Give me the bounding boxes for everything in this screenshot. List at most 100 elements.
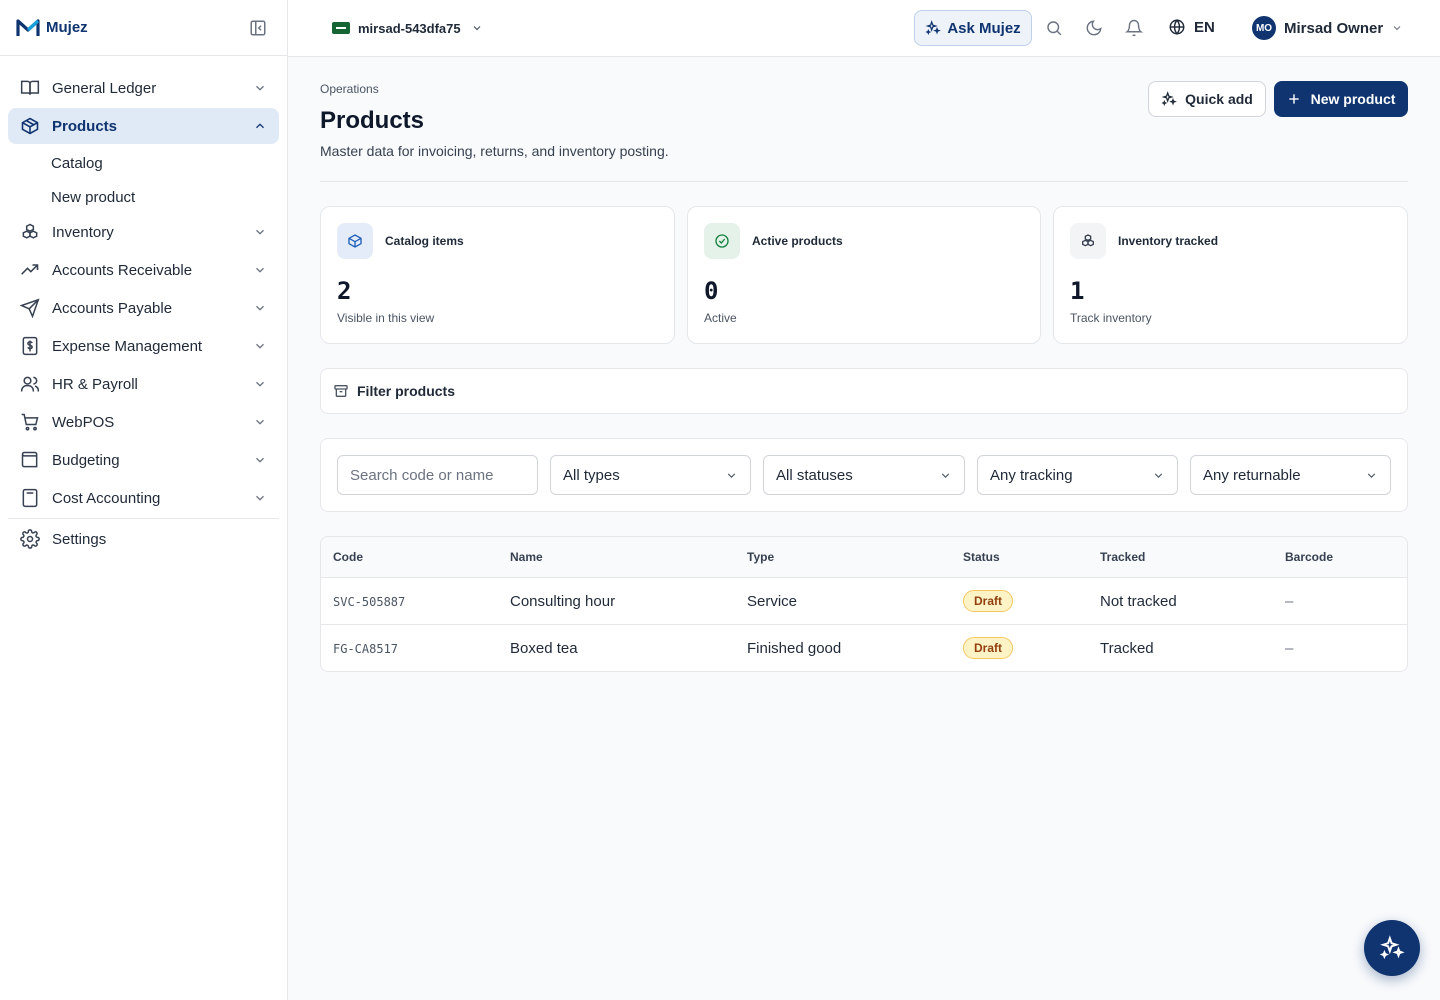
sidebar-item-accounts-payable[interactable]: Accounts Payable <box>8 290 279 326</box>
chevron-down-icon <box>256 267 264 273</box>
gear-icon <box>20 529 40 549</box>
stat-card-inventory-tracked: Inventory tracked 1 Track inventory <box>1053 206 1408 344</box>
page-subtitle: Master data for invoicing, returns, and … <box>320 143 669 159</box>
table-row[interactable]: SVC-505887 Consulting hour Service Draft… <box>321 578 1407 625</box>
ask-mujez-label: Ask Mujez <box>947 19 1021 37</box>
ask-mujez-button[interactable]: Ask Mujez <box>914 10 1032 46</box>
column-header-barcode[interactable]: Barcode <box>1285 550 1333 564</box>
chevron-up-icon <box>256 123 264 129</box>
main-content: Operations Products Master data for invo… <box>288 57 1440 1000</box>
globe-icon <box>1169 19 1185 35</box>
stat-hint: Active <box>704 311 737 325</box>
users-icon <box>20 376 40 392</box>
sidebar-item-settings[interactable]: Settings <box>8 521 279 557</box>
language-switcher[interactable]: EN <box>1168 18 1215 36</box>
filter-products-toggle[interactable]: Filter products <box>320 368 1408 414</box>
returnable-select[interactable]: Any returnable <box>1190 455 1391 495</box>
chevron-down-icon <box>941 473 950 478</box>
sidebar-item-accounts-receivable[interactable]: Accounts Receivable <box>8 252 279 288</box>
page-title: Products <box>320 107 425 134</box>
search-icon[interactable] <box>1045 19 1063 37</box>
chevron-down-icon <box>1154 473 1163 478</box>
sidebar-subitem-new-product[interactable]: New product <box>8 180 279 214</box>
sidebar-subitem-catalog[interactable]: Catalog <box>8 146 279 180</box>
box-icon <box>348 234 362 248</box>
bell-icon[interactable] <box>1125 19 1143 37</box>
send-icon <box>20 298 40 318</box>
new-product-button[interactable]: New product <box>1274 81 1408 117</box>
sidebar-item-budgeting[interactable]: Budgeting <box>8 442 279 478</box>
sidebar-nav: General Ledger Products Catalog New prod… <box>0 56 287 557</box>
stat-hint: Visible in this view <box>337 311 435 325</box>
sidebar-item-inventory[interactable]: Inventory <box>8 214 279 250</box>
ai-assistant-fab[interactable] <box>1364 920 1420 976</box>
column-header-code[interactable]: Code <box>333 550 363 564</box>
column-header-status[interactable]: Status <box>963 550 1000 564</box>
chevron-down-icon <box>1367 473 1376 478</box>
column-header-type[interactable]: Type <box>747 550 774 564</box>
chevron-down-icon <box>256 381 264 387</box>
sidebar-item-cost-accounting[interactable]: Cost Accounting <box>8 480 279 516</box>
breadcrumb: Operations <box>320 82 379 96</box>
chevron-down-icon <box>473 26 481 31</box>
moon-icon[interactable] <box>1085 19 1103 37</box>
cell-barcode: – <box>1285 640 1294 657</box>
chevron-down-icon <box>256 343 264 349</box>
column-header-tracked[interactable]: Tracked <box>1100 550 1145 564</box>
search-input[interactable]: Search code or name <box>337 455 538 495</box>
sparkles-icon <box>1379 935 1405 960</box>
column-header-name[interactable]: Name <box>510 550 543 564</box>
box-icon <box>21 117 39 135</box>
sparkles-icon <box>925 20 942 35</box>
mujez-logo-icon <box>16 18 40 36</box>
brand: Mujez <box>0 0 287 56</box>
brand-name: Mujez <box>46 19 88 36</box>
cell-tracked: Not tracked <box>1100 593 1177 610</box>
stat-card-active-products: Active products 0 Active <box>687 206 1041 344</box>
status-badge: Draft <box>963 637 1014 659</box>
sidebar-collapse-icon[interactable] <box>249 19 267 37</box>
sidebar-item-label: Products <box>52 117 118 135</box>
cell-name: Consulting hour <box>510 593 616 610</box>
plus-icon <box>1288 94 1299 104</box>
language-label: EN <box>1194 18 1215 36</box>
sidebar-item-label: Accounts Receivable <box>52 261 193 279</box>
user-name: Mirsad Owner <box>1284 19 1384 37</box>
flag-icon <box>332 22 350 34</box>
sidebar-item-expense-management[interactable]: Expense Management <box>8 328 279 364</box>
cell-barcode: – <box>1285 593 1294 610</box>
header-divider <box>320 181 1408 182</box>
receipt-icon <box>22 336 38 356</box>
tracking-select[interactable]: Any tracking <box>977 455 1178 495</box>
chevron-down-icon <box>256 305 264 311</box>
cell-type: Service <box>747 593 798 610</box>
sidebar-item-hr-payroll[interactable]: HR & Payroll <box>8 366 279 402</box>
table-header: Code Name Type Status Tracked Barcode <box>321 537 1407 578</box>
sidebar-item-label: WebPOS <box>52 413 115 431</box>
status-select-value: All statuses <box>776 466 853 484</box>
table-row[interactable]: FG-CA8517 Boxed tea Finished good Draft … <box>321 625 1407 671</box>
sidebar-item-label: Settings <box>52 530 107 548</box>
sidebar-item-general-ledger[interactable]: General Ledger <box>8 70 279 106</box>
tracking-select-value: Any tracking <box>990 466 1073 484</box>
sidebar-item-webpos[interactable]: WebPOS <box>8 404 279 440</box>
quick-add-button[interactable]: Quick add <box>1148 81 1266 117</box>
type-select-value: All types <box>563 466 620 484</box>
avatar: MO <box>1252 16 1276 40</box>
stat-icon-box <box>337 223 373 259</box>
check-circle-icon <box>715 234 729 248</box>
user-menu[interactable]: MO Mirsad Owner <box>1252 16 1403 40</box>
type-select[interactable]: All types <box>550 455 751 495</box>
sidebar-item-label: Budgeting <box>52 451 120 469</box>
tenant-switcher[interactable]: mirsad-543dfa75 <box>320 10 493 46</box>
chevron-down-icon <box>256 229 264 235</box>
stat-icon-box <box>1070 223 1106 259</box>
status-select[interactable]: All statuses <box>763 455 965 495</box>
status-badge: Draft <box>963 590 1014 612</box>
sidebar-item-label: Expense Management <box>52 337 203 355</box>
chevron-down-icon <box>256 457 264 463</box>
sidebar-item-products[interactable]: Products <box>8 108 279 144</box>
stat-card-catalog-items: Catalog items 2 Visible in this view <box>320 206 675 344</box>
cell-code: SVC-505887 <box>333 595 406 609</box>
chevron-down-icon <box>727 473 736 478</box>
